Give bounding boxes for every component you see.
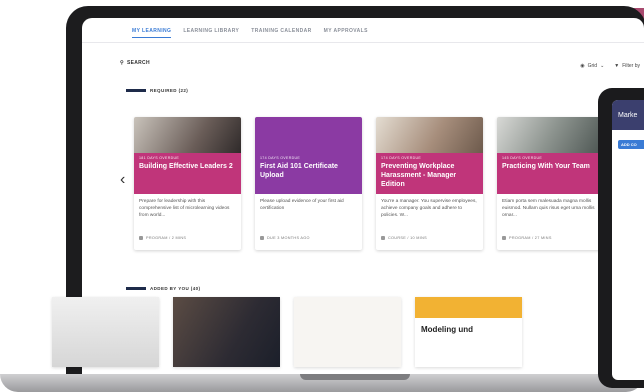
card-title: Building Effective Leaders 2 [139, 163, 233, 170]
card-meta: PROGRAM / 27 MINS [502, 236, 552, 240]
program-icon [139, 236, 143, 240]
added-card[interactable] [294, 297, 401, 367]
card-meta: PROGRAM / 2 MINS [139, 236, 186, 240]
tab-divider [82, 42, 644, 43]
grid-view-toggle[interactable]: ◉ Grid ⌄ [580, 63, 604, 69]
card-title: Modeling und [421, 325, 473, 334]
carousel-prev-button[interactable]: ‹ [120, 171, 125, 189]
overdue-label: 145 DAYS OVERDUE [502, 156, 543, 160]
overdue-label: 174 DAYS OVERDUE [260, 156, 301, 160]
card-title: Practicing With Your Team [502, 163, 590, 170]
card-meta-text: PROGRAM / 2 MINS [146, 236, 187, 240]
added-carousel: Modeling und [52, 297, 522, 367]
chevron-down-icon: ⌄ [600, 63, 605, 69]
course-card[interactable]: 174 DAYS OVERDUE Preventing Workplace Ha… [376, 117, 483, 250]
card-title: First Aid 101 Certificate Upload [260, 163, 338, 179]
course-card[interactable]: 145 DAYS OVERDUE Practicing With Your Te… [497, 117, 604, 250]
view-toolbar: ◉ Grid ⌄ ▼ Filter by [580, 63, 640, 69]
card-meta-text: PROGRAM / 27 MINS [509, 236, 552, 240]
calendar-icon [260, 236, 264, 240]
course-card[interactable]: 181 DAYS OVERDUE Building Effective Lead… [134, 117, 241, 250]
phone-add-button[interactable]: ADD CO [618, 140, 644, 149]
phone-screen: Marke ADD CO [612, 100, 644, 380]
section-required: REQUIRED (22) [126, 88, 188, 93]
course-card[interactable]: 174 DAYS OVERDUE First Aid 101 Certifica… [255, 117, 362, 250]
course-icon [381, 236, 385, 240]
overdue-label: 181 DAYS OVERDUE [139, 156, 180, 160]
added-card[interactable]: Modeling und [415, 297, 522, 367]
laptop-notch [300, 374, 410, 380]
card-title: Preventing Workplace Harassment - Manage… [381, 163, 457, 188]
card-meta-text: COURSE / 10 MINS [388, 236, 427, 240]
card-description: Prepare for leadership with this compreh… [139, 199, 230, 218]
phone-header: Marke [612, 100, 644, 130]
card-thumbnail [255, 117, 362, 153]
card-description: Etiam porta sem malesuada magna mollis e… [502, 199, 595, 218]
section-added-by-you: ADDED BY YOU (40) [126, 286, 200, 291]
card-description: You're a manager. You supervise employee… [381, 199, 477, 218]
eye-icon: ◉ [580, 63, 585, 69]
section-bar [126, 89, 146, 92]
required-carousel: 181 DAYS OVERDUE Building Effective Lead… [134, 117, 604, 250]
tab-my-learning[interactable]: MY LEARNING [132, 28, 172, 38]
card-description: Please upload evidence of your first aid… [260, 199, 344, 211]
tab-training-calendar[interactable]: TRAINING CALENDAR [251, 28, 311, 38]
section-bar [126, 287, 146, 290]
filter-button[interactable]: ▼ Filter by [614, 63, 640, 69]
search-button[interactable]: ⚲ SEARCH [120, 60, 150, 66]
tab-learning-library[interactable]: LEARNING LIBRARY [183, 28, 239, 38]
card-thumbnail [134, 117, 241, 153]
card-meta-text: DUE 3 MONTHS AGO [267, 236, 310, 240]
section-required-label: REQUIRED (22) [150, 88, 189, 93]
section-added-label: ADDED BY YOU (40) [150, 286, 201, 291]
added-card[interactable] [173, 297, 280, 367]
filter-label: Filter by [622, 63, 640, 69]
search-label: SEARCH [126, 60, 150, 66]
tab-my-approvals[interactable]: MY APPROVALS [324, 28, 368, 38]
card-meta: COURSE / 10 MINS [381, 236, 427, 240]
search-icon: ⚲ [120, 60, 124, 66]
added-card[interactable] [52, 297, 159, 367]
card-thumbnail [376, 117, 483, 153]
filter-icon: ▼ [614, 63, 620, 69]
card-meta: DUE 3 MONTHS AGO [260, 236, 310, 240]
overdue-label: 174 DAYS OVERDUE [381, 156, 422, 160]
tab-bar: MY LEARNING LEARNING LIBRARY TRAINING CA… [132, 28, 368, 38]
grid-label: Grid [587, 63, 598, 69]
program-icon [502, 236, 506, 240]
card-thumbnail [497, 117, 604, 153]
